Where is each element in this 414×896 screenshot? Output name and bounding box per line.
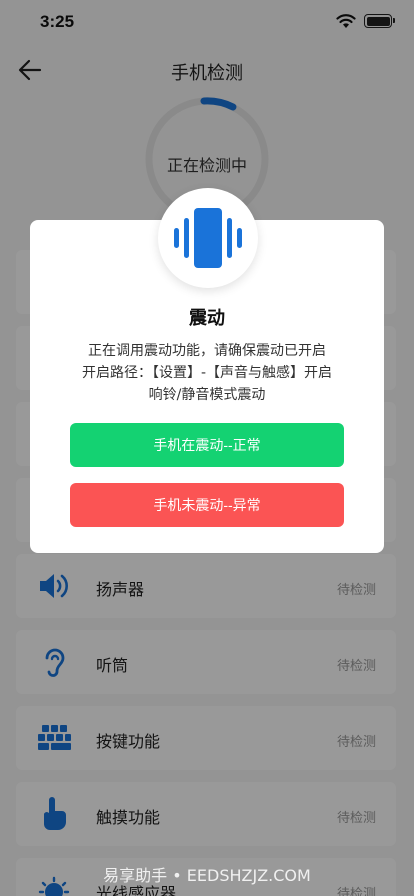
dialog-icon-badge (158, 188, 258, 288)
vibration-icon (174, 208, 242, 268)
vibration-normal-button[interactable]: 手机在震动--正常 (70, 423, 344, 467)
watermark: 易享助手 • EEDSHZJZ.COM (103, 866, 311, 885)
dialog-line-2: 开启路径：【设置】-【声音与触感】开启 (81, 365, 333, 381)
dialog-message: 正在调用震动功能，请确保震动已开启 开启路径：【设置】-【声音与触感】开启 响铃… (50, 340, 364, 406)
vibration-abnormal-button[interactable]: 手机未震动--异常 (70, 483, 344, 527)
dialog-line-1: 正在调用震动功能，请确保震动已开启 (88, 343, 326, 359)
dialog-line-3: 响铃/静音模式震动 (148, 387, 266, 403)
dialog-title: 震动 (189, 308, 225, 329)
